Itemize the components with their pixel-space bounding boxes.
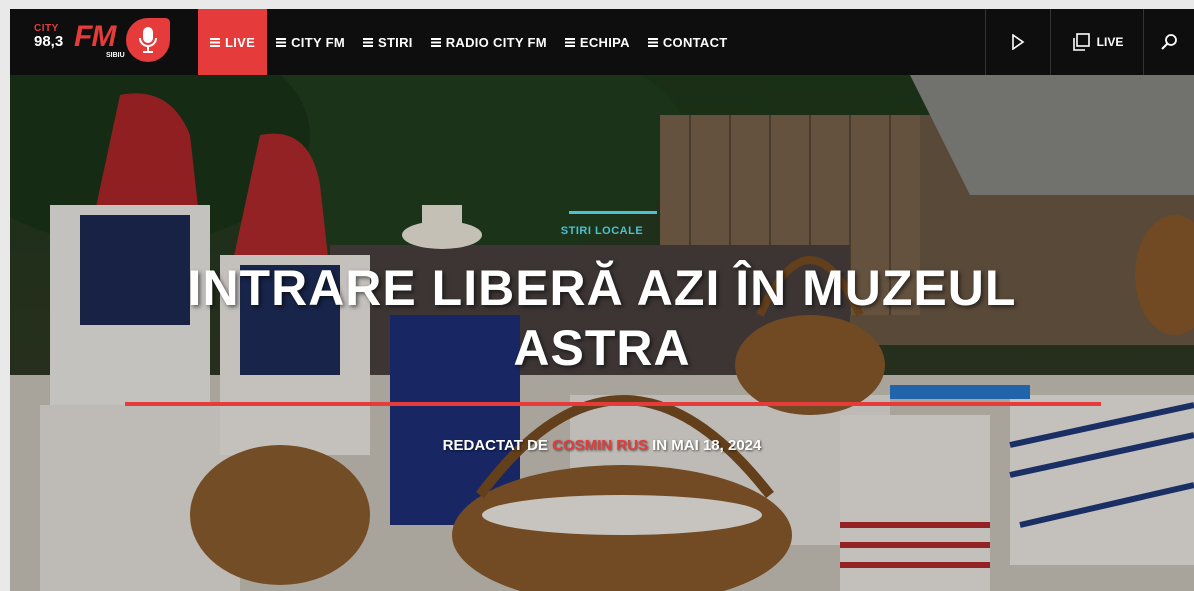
nav-item-label: STIRI bbox=[377, 34, 413, 50]
nav-item-radio-city-fm[interactable]: RADIO CITY FM bbox=[422, 9, 556, 75]
nav-item-live[interactable]: LIVE bbox=[198, 9, 268, 75]
menu-lines-icon bbox=[362, 37, 373, 47]
nav-item-label: RADIO CITY FM bbox=[445, 34, 547, 50]
menu-lines-icon bbox=[276, 37, 287, 47]
category-accent-line bbox=[569, 211, 657, 214]
menu-lines-icon bbox=[647, 37, 658, 47]
nav-item-label: ECHIPA bbox=[579, 34, 630, 50]
title-underline bbox=[125, 402, 1101, 406]
byline-date: IN MAI 18, 2024 bbox=[652, 437, 762, 454]
site-logo[interactable]: CITY 98,3 FM SIBIU bbox=[10, 9, 188, 75]
logo-frequency: 98,3 bbox=[34, 33, 64, 50]
nav-item-contact[interactable]: CONTACT bbox=[639, 9, 737, 75]
nav-item-echipa[interactable]: ECHIPA bbox=[556, 9, 639, 75]
nav-item-stiri[interactable]: STIRI bbox=[354, 9, 422, 75]
play-icon bbox=[1012, 34, 1025, 50]
live-popup-button[interactable]: LIVE bbox=[1050, 9, 1143, 75]
nav-item-label: CONTACT bbox=[662, 34, 728, 50]
byline-prefix: REDACTAT DE bbox=[442, 437, 548, 454]
main-navigation: LIVE CITY FM STIRI RADIO CITY FM ECHIPA … bbox=[198, 9, 737, 75]
search-button[interactable] bbox=[1143, 9, 1194, 75]
browser-viewport: CITY 98,3 FM SIBIU LIVE CITY FM STIRI RA… bbox=[10, 9, 1194, 591]
search-icon bbox=[1161, 34, 1177, 50]
live-label: LIVE bbox=[1096, 35, 1124, 49]
copy-icon bbox=[1072, 33, 1090, 51]
article-category[interactable]: STIRI LOCALE bbox=[10, 225, 1194, 237]
author-link[interactable]: COSMIN RUS bbox=[552, 437, 648, 454]
nav-item-label: LIVE bbox=[225, 34, 256, 50]
article-title: INTRARE LIBERĂ AZI ÎN MUZEUL ASTRA bbox=[187, 260, 1017, 376]
site-header: CITY 98,3 FM SIBIU LIVE CITY FM STIRI RA… bbox=[10, 9, 1194, 75]
logo-fm-text: FM bbox=[74, 20, 116, 53]
menu-lines-icon bbox=[210, 37, 220, 47]
article-byline: REDACTAT DE COSMIN RUS IN MAI 18, 2024 bbox=[10, 437, 1194, 454]
menu-lines-icon bbox=[564, 37, 575, 47]
hero-section: STIRI LOCALE INTRARE LIBERĂ AZI ÎN MUZEU… bbox=[10, 75, 1194, 591]
nav-item-label: CITY FM bbox=[291, 34, 345, 50]
logo-city-subtitle: SIBIU bbox=[106, 52, 125, 59]
header-tools: LIVE bbox=[985, 9, 1194, 75]
menu-lines-icon bbox=[430, 37, 441, 47]
nav-item-city-fm[interactable]: CITY FM bbox=[267, 9, 354, 75]
play-button[interactable] bbox=[985, 9, 1050, 75]
microphone-icon bbox=[126, 18, 170, 62]
